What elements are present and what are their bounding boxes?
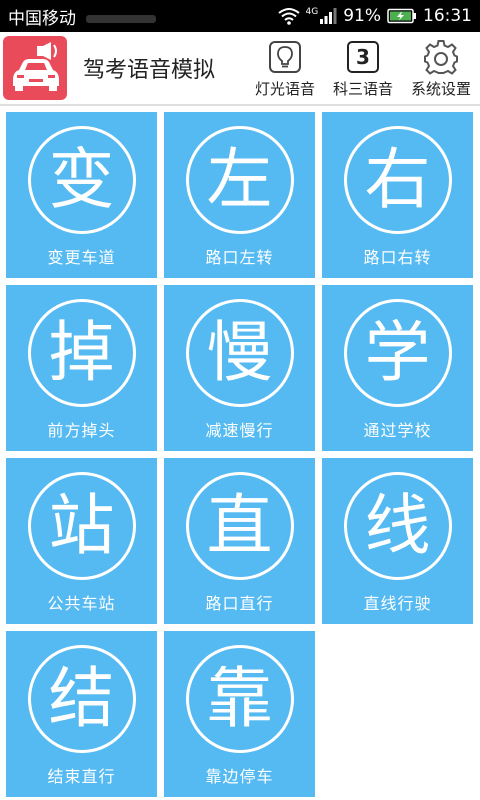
tile-bus-stop[interactable]: 站 公共车站 xyxy=(6,458,157,624)
tile-straight-drive[interactable]: 线 直线行驶 xyxy=(322,458,473,624)
battery-percent: 91% xyxy=(343,6,381,26)
tile-glyph: 变 xyxy=(48,141,115,218)
tile-glyph: 靠 xyxy=(206,660,273,737)
tile-glyph: 站 xyxy=(48,487,115,564)
voice-grid: 变 变更车道 左 路口左转 右 路口右转 掉 前方掉头 慢 减速慢行 学 通过学… xyxy=(6,112,474,797)
subject3-voice-button[interactable]: 3 科三语音 xyxy=(324,33,402,103)
tile-circle: 站 xyxy=(27,472,136,580)
tile-glyph: 结 xyxy=(48,660,115,737)
tile-u-turn[interactable]: 掉 前方掉头 xyxy=(6,285,157,451)
tile-label: 路口左转 xyxy=(205,248,274,267)
light-voice-button[interactable]: 灯光语音 xyxy=(246,33,324,103)
app-header: 驾考语音模拟 灯光语音 3 科三语音 系统设置 xyxy=(0,32,480,106)
app-title: 驾考语音模拟 xyxy=(83,58,216,83)
light-voice-label: 灯光语音 xyxy=(254,79,315,98)
tile-slow-down[interactable]: 慢 减速慢行 xyxy=(164,285,315,451)
tile-glyph: 右 xyxy=(364,141,431,218)
tile-label: 直线行驶 xyxy=(363,594,432,613)
app-logo xyxy=(3,36,67,100)
tile-turn-right[interactable]: 右 路口右转 xyxy=(322,112,473,278)
tile-circle: 变 xyxy=(27,126,136,234)
tile-circle: 靠 xyxy=(185,645,294,753)
status-left: 中国移动 xyxy=(8,4,156,29)
tile-glyph: 掉 xyxy=(48,314,115,391)
battery-charging-icon xyxy=(387,8,417,24)
tile-glyph: 慢 xyxy=(206,314,273,391)
status-bar: 中国移动 4G 91% 16:31 xyxy=(0,0,480,32)
tile-go-straight[interactable]: 直 路口直行 xyxy=(164,458,315,624)
network-type: 4G xyxy=(305,7,319,17)
tile-circle: 直 xyxy=(185,472,294,580)
settings-button[interactable]: 系统设置 xyxy=(402,33,480,103)
tile-circle: 慢 xyxy=(185,299,294,407)
tile-circle: 掉 xyxy=(27,299,136,407)
tile-pull-over[interactable]: 靠 靠边停车 xyxy=(164,631,315,797)
car-horn-icon xyxy=(7,42,63,94)
tile-label: 变更车道 xyxy=(47,248,116,267)
tile-label: 减速慢行 xyxy=(205,421,274,440)
carrier-name: 中国移动 xyxy=(8,8,76,29)
tile-label: 路口右转 xyxy=(363,248,432,267)
tile-circle: 左 xyxy=(185,126,294,234)
wifi-icon xyxy=(277,7,300,25)
tile-label: 路口直行 xyxy=(205,594,274,613)
carrier-redaction xyxy=(86,14,156,23)
tile-label: 结束直行 xyxy=(47,767,116,786)
tile-change-lane[interactable]: 变 变更车道 xyxy=(6,112,157,278)
status-right: 4G 91% 16:31 xyxy=(277,6,472,26)
tile-label: 公共车站 xyxy=(47,594,116,613)
tile-glyph: 直 xyxy=(206,487,273,564)
tile-school[interactable]: 学 通过学校 xyxy=(322,285,473,451)
settings-label: 系统设置 xyxy=(410,79,471,98)
tile-circle: 线 xyxy=(343,472,452,580)
signal-icon: 4G xyxy=(306,7,338,25)
number-badge-icon: 3 xyxy=(347,38,379,76)
tile-glyph: 左 xyxy=(206,141,273,218)
tile-label: 通过学校 xyxy=(363,421,432,440)
tile-turn-left[interactable]: 左 路口左转 xyxy=(164,112,315,278)
tile-circle: 学 xyxy=(343,299,452,407)
gear-icon xyxy=(423,38,459,76)
tile-circle: 结 xyxy=(27,645,136,753)
lightbulb-icon xyxy=(268,38,302,76)
tile-end-straight[interactable]: 结 结束直行 xyxy=(6,631,157,797)
badge-number: 3 xyxy=(347,40,379,73)
tile-label: 靠边停车 xyxy=(205,767,274,786)
tile-label: 前方掉头 xyxy=(47,421,116,440)
clock: 16:31 xyxy=(423,6,472,26)
tile-glyph: 线 xyxy=(364,487,431,564)
tile-circle: 右 xyxy=(343,126,452,234)
tile-glyph: 学 xyxy=(364,314,431,391)
subject3-voice-label: 科三语音 xyxy=(332,79,393,98)
